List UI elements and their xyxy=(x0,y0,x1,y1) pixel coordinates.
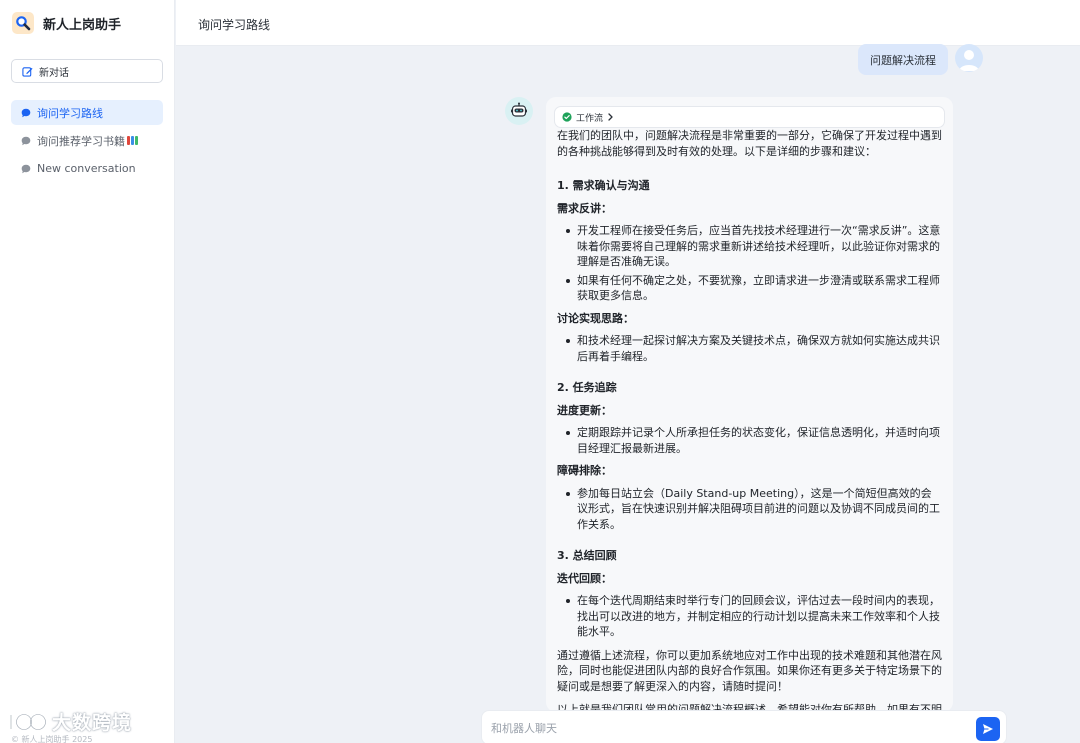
robot-icon xyxy=(511,102,527,117)
list-item: 在每个迭代周期结束时举行专门的回顾会议，评估过去一段时间内的表现，找出可以改进的… xyxy=(557,593,942,640)
workflow-label: 工作流 xyxy=(576,113,604,124)
sub-heading: 迭代回顾： xyxy=(557,571,612,585)
send-icon xyxy=(983,724,993,734)
bullet-list: 和技术经理一起探讨解决方案及关键技术点，确保双方就如何实施达成共识后再着手编程。 xyxy=(557,333,942,364)
user-message: 问题解决流程 xyxy=(858,44,948,75)
sidebar: 新人上岗助手 新对话 询问学习路线 询问推荐学习书籍 New conversat… xyxy=(0,0,175,743)
sub-heading: 进度更新： xyxy=(557,403,612,417)
watermark: 大数跨境 xyxy=(8,708,132,735)
bullet-list: 开发工程师在接受任务后，应当首先找技术经理进行一次“需求反讲”。这意味着你需要将… xyxy=(557,223,942,304)
chat-input-bar xyxy=(481,710,1007,743)
chat-header: 询问学习路线 xyxy=(176,0,1080,46)
new-chat-button[interactable]: 新对话 xyxy=(11,59,163,83)
bullet-list: 参加每日站立会（Daily Stand-up Meeting），这是一个简短但高… xyxy=(557,486,942,533)
list-item: 定期跟踪并记录个人所承担任务的状态变化，保证信息透明化，并适时向项目经理汇报最新… xyxy=(557,425,942,456)
app-name: 新人上岗助手 xyxy=(43,17,122,33)
bot-avatar xyxy=(505,97,533,125)
brand: 新人上岗助手 xyxy=(12,12,121,34)
chat-title: 询问学习路线 xyxy=(198,18,271,32)
chat-input[interactable] xyxy=(491,719,961,737)
sub-heading: 障碍排除： xyxy=(557,464,612,477)
user-avatar xyxy=(955,44,983,72)
new-chat-label: 新对话 xyxy=(39,67,69,79)
list-item: 开发工程师在接受任务后，应当首先找技术经理进行一次“需求反讲”。这意味着你需要将… xyxy=(557,223,942,270)
sub-heading: 需求反讲： xyxy=(557,201,612,215)
bullet-list: 在每个迭代周期结束时举行专门的回顾会议，评估过去一段时间内的表现，找出可以改进的… xyxy=(557,593,942,640)
check-circle-icon xyxy=(562,112,572,122)
send-button[interactable] xyxy=(976,717,1000,741)
conversation-label: 询问推荐学习书籍 xyxy=(37,134,125,148)
bot-paragraph: 通过遵循上述流程，你可以更加系统地应对工作中出现的技术难题和其他潜在风险，同时也… xyxy=(557,648,942,693)
chat-bubble-icon xyxy=(21,136,31,145)
bot-message: 工作流 在我们的团队中，问题解决流程是非常重要的一部分，它确保了开发过程中遇到的… xyxy=(546,97,953,712)
bullet-list: 定期跟踪并记录个人所承担任务的状态变化，保证信息透明化，并适时向项目经理汇报最新… xyxy=(557,425,942,456)
chat-bubble-icon xyxy=(21,108,31,117)
conversation-label: New conversation xyxy=(37,162,136,175)
app-logo-search-icon xyxy=(12,12,34,34)
chat-bubble-icon xyxy=(21,164,31,173)
conversation-item-book-recommend[interactable]: 询问推荐学习书籍 xyxy=(11,128,163,153)
user-icon xyxy=(959,50,979,71)
conversation-label: 询问学习路线 xyxy=(37,106,103,120)
conversation-item-new[interactable]: New conversation xyxy=(11,156,163,181)
conversation-item-learning-path[interactable]: 询问学习路线 xyxy=(11,100,163,125)
watermark-text: 大数跨境 xyxy=(52,712,133,734)
section-heading: 2. 任务追踪 xyxy=(557,381,617,394)
sub-heading: 讨论实现思路： xyxy=(557,311,634,325)
list-item: 和技术经理一起探讨解决方案及关键技术点，确保双方就如何实施达成共识后再着手编程。 xyxy=(557,333,942,364)
list-item: 参加每日站立会（Daily Stand-up Meeting），这是一个简短但高… xyxy=(557,486,942,533)
books-icon xyxy=(127,136,139,145)
chevron-right-icon xyxy=(608,113,613,121)
conversation-list: 询问学习路线 询问推荐学习书籍 New conversation xyxy=(11,100,163,184)
list-item: 如果有任何不确定之处，不要犹豫，立即请求进一步澄清或联系需求工程师获取更多信息。 xyxy=(557,273,942,304)
workflow-toggle[interactable]: 工作流 xyxy=(554,106,945,128)
copyright: © 新人上岗助手 2025 xyxy=(11,735,93,743)
section-heading: 1. 需求确认与沟通 xyxy=(557,179,650,192)
bot-message-content: 在我们的团队中，问题解决流程是非常重要的一部分，它确保了开发过程中遇到的各种挑战… xyxy=(557,128,942,712)
user-message-text: 问题解决流程 xyxy=(870,53,936,67)
bot-intro: 在我们的团队中，问题解决流程是非常重要的一部分，它确保了开发过程中遇到的各种挑战… xyxy=(557,129,942,158)
section-heading: 3. 总结回顾 xyxy=(557,549,617,562)
watermark-logo-icon xyxy=(9,713,46,730)
edit-icon xyxy=(22,66,33,77)
